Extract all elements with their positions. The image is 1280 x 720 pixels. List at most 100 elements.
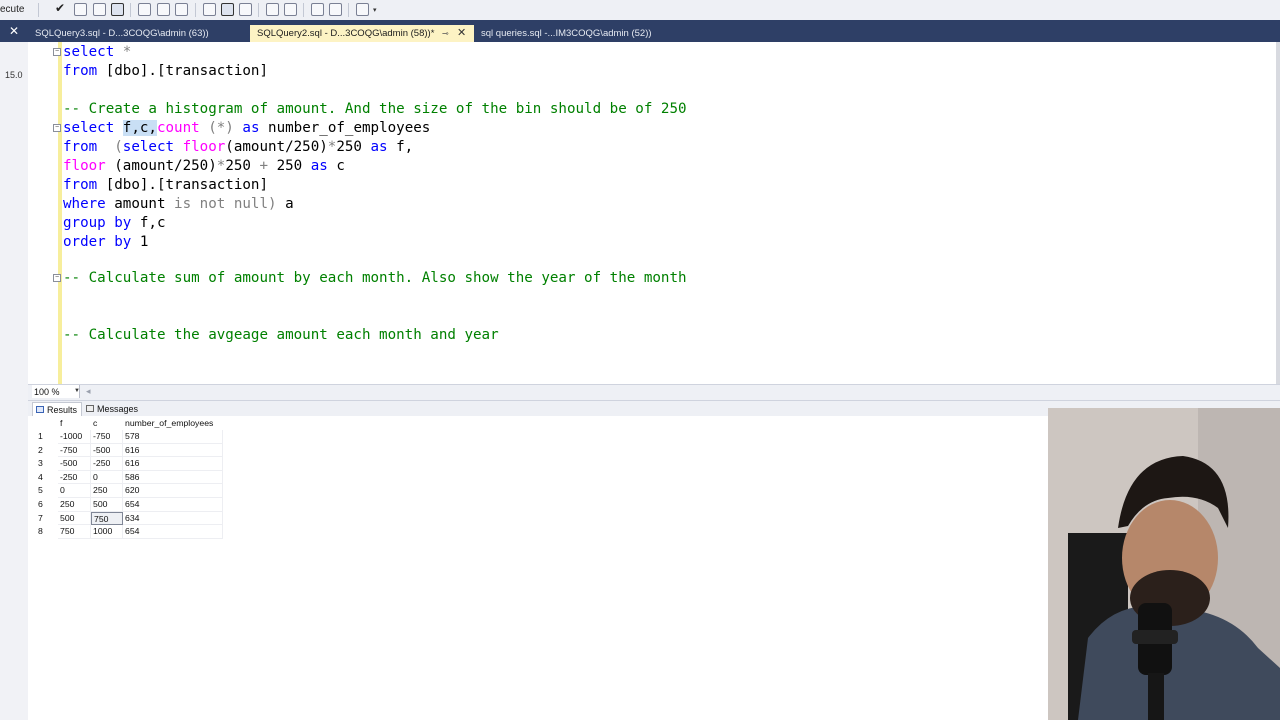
row-number-cell[interactable]: 7 (34, 512, 58, 526)
code-line-6: from (select floor(amount/250)*250 as f, (63, 139, 414, 155)
code-line-10: group by f,c (63, 215, 166, 231)
document-tab-bar: ✕ SQLQuery3.sql - D...3COQG\admin (63)) … (0, 20, 1280, 42)
tab-sqlquery2[interactable]: SQLQuery2.sql - D...3COQG\admin (58))* ⊸… (250, 25, 474, 42)
toolbar-separator (195, 3, 196, 17)
indent-icon[interactable] (311, 3, 324, 16)
tab-sqlquery3[interactable]: SQLQuery3.sql - D...3COQG\admin (63)) (28, 25, 250, 42)
code-line-9: where amount is not null) a (63, 196, 294, 212)
table-cell-c[interactable]: 750 (91, 511, 123, 526)
tab-label: SQLQuery3.sql - D...3COQG\admin (63)) (35, 28, 209, 39)
results-to-grid-icon[interactable] (221, 3, 234, 16)
checkmark-icon[interactable]: ✔ (55, 2, 68, 15)
editor-scrollbar[interactable] (1276, 42, 1280, 384)
tab-messages[interactable]: Messages (83, 402, 143, 416)
outdent-icon[interactable] (329, 3, 342, 16)
code-line-11: order by 1 (63, 234, 149, 250)
table-cell-f[interactable]: 0 (58, 484, 91, 498)
execute-button[interactable]: ecute (0, 4, 24, 15)
debug-icon[interactable] (74, 3, 87, 16)
column-header-c[interactable]: c (91, 417, 123, 430)
toolbar-separator (258, 3, 259, 17)
row-number-cell[interactable]: 3 (34, 457, 58, 471)
presenter-video (1048, 408, 1280, 720)
table-cell-number-of-employees[interactable]: 654 (123, 525, 223, 539)
row-number-cell[interactable]: 5 (34, 484, 58, 498)
table-cell-c[interactable]: 0 (91, 470, 123, 485)
column-header-f[interactable]: f (58, 417, 91, 430)
include-plan-icon[interactable] (239, 3, 252, 16)
toolbar-separator (130, 3, 131, 17)
toolbar: ecute ✔ ▾ (0, 0, 1280, 21)
messages-icon (86, 405, 94, 412)
version-label: 15.0 (5, 70, 23, 80)
comment-icon[interactable] (266, 3, 279, 16)
row-number-cell[interactable]: 8 (34, 525, 58, 539)
toolbar-separator (348, 3, 349, 17)
collapse-icon[interactable]: − (53, 124, 61, 132)
table-cell-c[interactable]: -250 (91, 457, 123, 471)
code-line-4: -- Create a histogram of amount. And the… (63, 101, 687, 117)
tab-label: sql queries.sql -...IM3COQG\admin (52)) (481, 28, 652, 39)
table-cell-number-of-employees[interactable]: 616 (123, 457, 223, 471)
close-icon[interactable]: ✕ (0, 20, 28, 42)
table-cell-c[interactable]: 500 (91, 498, 123, 512)
table-cell-f[interactable]: -500 (58, 457, 91, 471)
table-cell-number-of-employees[interactable]: 616 (123, 443, 223, 458)
stop-icon[interactable] (93, 3, 106, 16)
dropdown-arrow-icon[interactable]: ▾ (373, 6, 377, 14)
column-header-number-of-employees[interactable]: number_of_employees (123, 417, 223, 430)
grid-icon (36, 406, 44, 413)
code-line-8: from [dbo].[transaction] (63, 177, 269, 193)
results-to-text-icon[interactable] (175, 3, 188, 16)
table-cell-number-of-employees[interactable]: 578 (123, 430, 223, 444)
table-cell-c[interactable]: 1000 (91, 525, 123, 539)
row-number-cell[interactable]: 1 (34, 430, 58, 444)
parse-icon[interactable] (111, 3, 124, 16)
query-editor[interactable]: − select * from [dbo].[transaction] -- C… (28, 42, 1280, 384)
table-cell-number-of-employees[interactable]: 654 (123, 498, 223, 512)
table-cell-f[interactable]: -750 (58, 443, 91, 458)
table-cell-f[interactable]: 250 (58, 498, 91, 512)
tab-sql-queries[interactable]: sql queries.sql -...IM3COQG\admin (52)) (474, 25, 694, 42)
tab-results[interactable]: Results (32, 402, 82, 416)
results-to-file-icon[interactable] (203, 3, 216, 16)
code-line-16: -- Calculate the avgeage amount each mon… (63, 327, 499, 343)
code-line-7: floor (amount/250)*250 + 250 as c (63, 158, 345, 174)
code-line-13: -- Calculate sum of amount by each month… (63, 270, 687, 286)
collapse-icon[interactable]: − (53, 48, 61, 56)
display-plan-icon[interactable] (138, 3, 151, 16)
uncomment-icon[interactable] (284, 3, 297, 16)
table-cell-number-of-employees[interactable]: 586 (123, 470, 223, 485)
collapse-icon[interactable]: − (53, 274, 61, 282)
table-cell-c[interactable]: 250 (91, 484, 123, 498)
tab-messages-label: Messages (97, 404, 139, 414)
row-number-cell[interactable]: 4 (34, 471, 58, 485)
editor-margin (28, 42, 58, 384)
code-line-5: select f,c,count (*) as number_of_employ… (63, 120, 431, 136)
table-cell-f[interactable]: -1000 (58, 430, 91, 444)
pin-icon[interactable]: ⊸ (442, 25, 449, 42)
table-cell-f[interactable]: -250 (58, 470, 91, 485)
row-number-cell[interactable]: 6 (34, 498, 58, 512)
row-number-cell[interactable]: 2 (34, 444, 58, 458)
zoom-select[interactable]: 100 % (32, 385, 80, 398)
table-cell-number-of-employees[interactable]: 634 (123, 511, 223, 526)
tab-label: SQLQuery2.sql - D...3COQG\admin (58))* (257, 28, 435, 39)
chevron-down-icon[interactable]: ▼ (74, 388, 80, 394)
query-options-icon[interactable] (157, 3, 170, 16)
zoom-bar: 100 % ▼ ◂ (28, 384, 1280, 401)
code-line-1: select * (63, 44, 132, 60)
code-line-2: from [dbo].[transaction] (63, 63, 269, 79)
table-cell-c[interactable]: -750 (91, 430, 123, 444)
toolbar-separator (303, 3, 304, 17)
change-tracking-bar (58, 42, 62, 384)
table-cell-number-of-employees[interactable]: 620 (123, 484, 223, 498)
toolbar-separator (38, 3, 39, 17)
scroll-left-icon[interactable]: ◂ (86, 386, 91, 397)
specify-values-icon[interactable] (356, 3, 369, 16)
table-cell-f[interactable]: 750 (58, 525, 91, 539)
table-cell-f[interactable]: 500 (58, 511, 91, 526)
table-cell-c[interactable]: -500 (91, 443, 123, 458)
close-tab-icon[interactable]: ✕ (457, 25, 466, 42)
tab-results-label: Results (47, 405, 78, 415)
